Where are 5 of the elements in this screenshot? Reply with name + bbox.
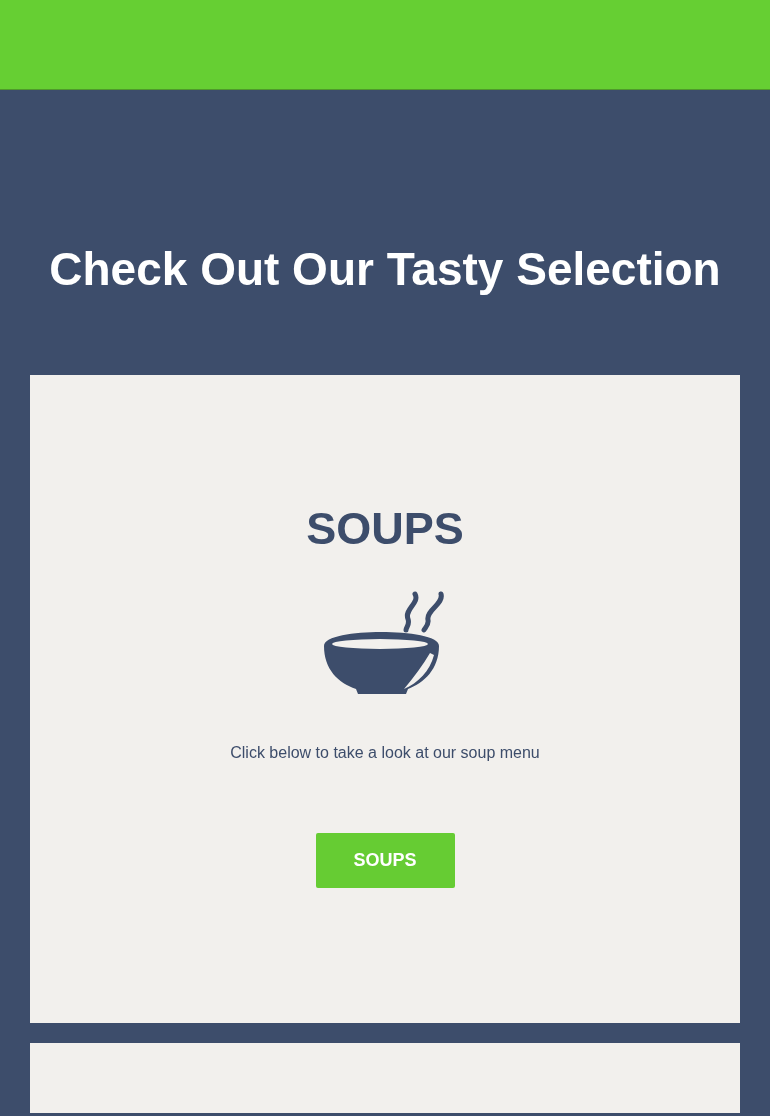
steaming-bowl-icon [324, 591, 446, 695]
card-title: SOUPS [305, 502, 465, 556]
menu-button[interactable]: SOUPS [315, 833, 455, 888]
card-description: Click below to take a look at our soup menu [229, 743, 541, 763]
section-heading: Check Out Our Tasty Selection [48, 242, 722, 297]
